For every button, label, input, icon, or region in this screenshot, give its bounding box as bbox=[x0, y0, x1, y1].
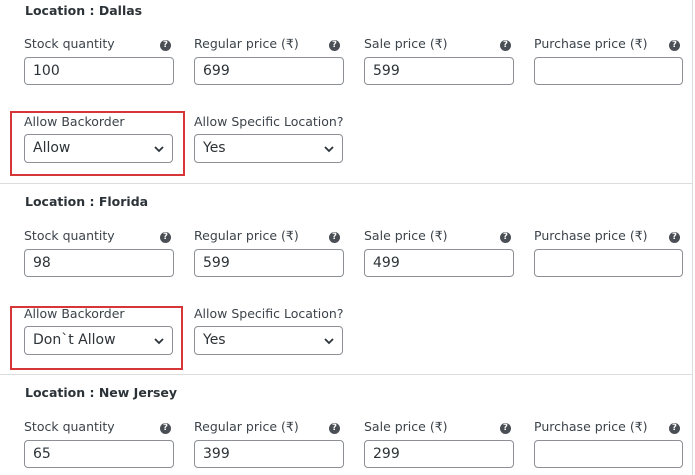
chevron-down-icon bbox=[154, 146, 164, 153]
allow-specific-location-value: Yes bbox=[203, 140, 226, 156]
question-circle-icon[interactable]: ? bbox=[500, 40, 511, 51]
allow-specific-location-select[interactable]: Yes bbox=[194, 134, 343, 163]
chevron-down-icon bbox=[154, 338, 164, 345]
stock-quantity-input[interactable] bbox=[24, 57, 174, 85]
sale-price-input[interactable] bbox=[364, 57, 514, 85]
sale-price-label: Sale price (₹) bbox=[364, 419, 448, 434]
sale-price-label: Sale price (₹) bbox=[364, 228, 448, 243]
sale-price-input[interactable] bbox=[364, 249, 514, 277]
location-section-florida: Location : Florida Stock quantity ? Regu… bbox=[0, 184, 692, 374]
question-circle-icon[interactable]: ? bbox=[329, 40, 340, 51]
sale-price-input[interactable] bbox=[364, 440, 514, 468]
chevron-down-icon bbox=[324, 338, 334, 345]
purchase-price-input[interactable] bbox=[534, 440, 683, 468]
question-circle-icon[interactable]: ? bbox=[669, 423, 680, 434]
panel-right-border bbox=[692, 0, 693, 475]
question-circle-icon[interactable]: ? bbox=[329, 423, 340, 434]
question-circle-icon[interactable]: ? bbox=[669, 232, 680, 243]
purchase-price-input[interactable] bbox=[534, 249, 683, 277]
regular-price-input[interactable] bbox=[194, 249, 344, 277]
regular-price-input[interactable] bbox=[194, 440, 344, 468]
regular-price-label: Regular price (₹) bbox=[194, 228, 299, 243]
question-circle-icon[interactable]: ? bbox=[160, 40, 171, 51]
purchase-price-label: Purchase price (₹) bbox=[534, 419, 648, 434]
chevron-down-icon bbox=[324, 146, 334, 153]
allow-specific-location-value: Yes bbox=[203, 332, 226, 348]
allow-backorder-select[interactable]: Don`t Allow bbox=[24, 326, 173, 355]
question-circle-icon[interactable]: ? bbox=[160, 423, 171, 434]
sale-price-label: Sale price (₹) bbox=[364, 36, 448, 51]
stock-quantity-input[interactable] bbox=[24, 440, 174, 468]
stock-quantity-label: Stock quantity bbox=[24, 419, 115, 434]
allow-backorder-label: Allow Backorder bbox=[24, 114, 125, 129]
location-title: Location : New Jersey bbox=[25, 385, 178, 400]
allow-backorder-value: Allow bbox=[33, 140, 71, 156]
stock-quantity-label: Stock quantity bbox=[24, 36, 115, 51]
question-circle-icon[interactable]: ? bbox=[329, 232, 340, 243]
allow-backorder-label: Allow Backorder bbox=[24, 306, 125, 321]
allow-backorder-value: Don`t Allow bbox=[33, 332, 116, 348]
location-section-dallas: Location : Dallas Stock quantity ? Regul… bbox=[0, 0, 692, 183]
question-circle-icon[interactable]: ? bbox=[500, 423, 511, 434]
regular-price-label: Regular price (₹) bbox=[194, 36, 299, 51]
allow-specific-location-label: Allow Specific Location? bbox=[194, 114, 344, 129]
question-circle-icon[interactable]: ? bbox=[500, 232, 511, 243]
location-title: Location : Dallas bbox=[25, 3, 143, 18]
location-title: Location : Florida bbox=[25, 194, 149, 209]
question-circle-icon[interactable]: ? bbox=[160, 232, 171, 243]
allow-specific-location-select[interactable]: Yes bbox=[194, 326, 343, 355]
purchase-price-label: Purchase price (₹) bbox=[534, 36, 648, 51]
question-circle-icon[interactable]: ? bbox=[669, 40, 680, 51]
location-section-new-jersey: Location : New Jersey Stock quantity ? R… bbox=[0, 375, 692, 475]
regular-price-label: Regular price (₹) bbox=[194, 419, 299, 434]
stock-quantity-label: Stock quantity bbox=[24, 228, 115, 243]
purchase-price-input[interactable] bbox=[534, 57, 683, 85]
allow-specific-location-label: Allow Specific Location? bbox=[194, 306, 344, 321]
regular-price-input[interactable] bbox=[194, 57, 344, 85]
stock-quantity-input[interactable] bbox=[24, 249, 174, 277]
allow-backorder-select[interactable]: Allow bbox=[24, 134, 173, 163]
purchase-price-label: Purchase price (₹) bbox=[534, 228, 648, 243]
